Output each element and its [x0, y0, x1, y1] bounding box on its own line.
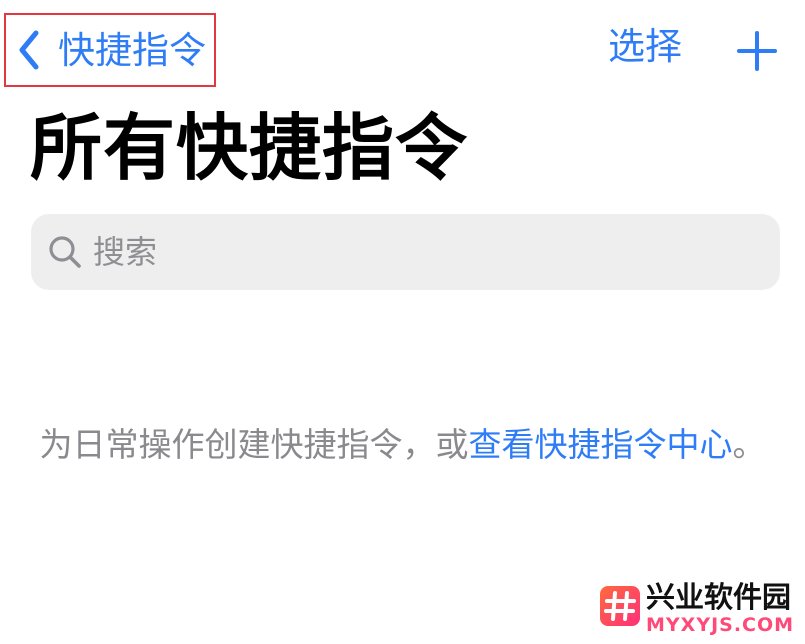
back-button-label: 快捷指令 [58, 28, 206, 72]
chevron-left-icon [19, 30, 39, 70]
back-button[interactable]: 快捷指令 [4, 13, 216, 87]
watermark: 兴业软件园 MYXYJS.COM [600, 580, 800, 638]
empty-state-text: 为日常操作创建快捷指令，或 [39, 425, 469, 464]
empty-state-message: 为日常操作创建快捷指令，或查看快捷指令中心。 [30, 420, 775, 470]
page-title: 所有快捷指令 [30, 106, 469, 190]
add-shortcut-button[interactable] [736, 30, 778, 72]
magnifier-icon [49, 236, 81, 268]
watermark-domain: MYXYJS.COM [646, 614, 795, 636]
select-button[interactable]: 选择 [608, 28, 682, 65]
empty-state-suffix: 。 [732, 425, 766, 464]
hash-logo-icon [600, 586, 640, 626]
gallery-link[interactable]: 查看快捷指令中心 [469, 425, 733, 464]
search-input[interactable] [93, 233, 733, 271]
watermark-name: 兴业软件园 [646, 580, 792, 614]
search-bar[interactable] [31, 214, 780, 290]
plus-icon [737, 31, 777, 71]
